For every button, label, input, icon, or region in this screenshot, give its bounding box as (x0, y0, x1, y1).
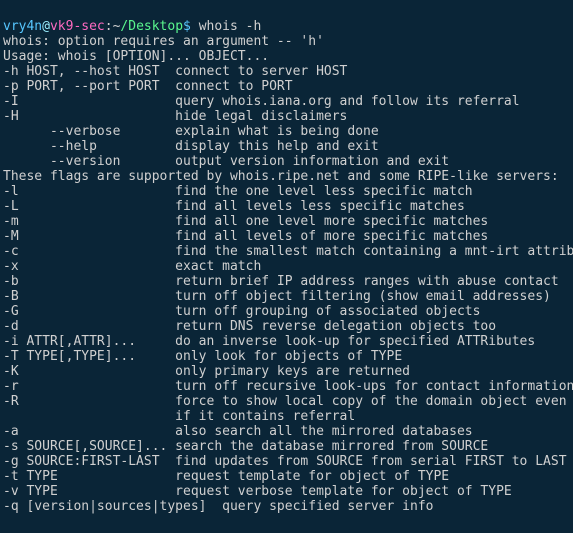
option-line: -m find all one level more specific matc… (3, 214, 570, 229)
preamble-line: Usage: whois [OPTION]... OBJECT... (3, 49, 570, 64)
option-line: -q [version|sources|types] query specifi… (3, 499, 570, 514)
option-line: -L find all levels less specific matches (3, 199, 570, 214)
option-line: if it contains referral (3, 409, 570, 424)
option-line: -d return DNS reverse delegation objects… (3, 319, 570, 334)
prompt-at: @ (42, 19, 50, 34)
prompt-host: vk9-sec (50, 19, 105, 34)
prompt-dollar: $ (183, 19, 199, 34)
prompt-sep: : (105, 19, 113, 34)
option-line: --verbose explain what is being done (3, 124, 570, 139)
section-header: These flags are supported by whois.ripe.… (3, 169, 570, 184)
option-line: -c find the smallest match containing a … (3, 244, 570, 259)
prompt-path: /Desktop (120, 19, 183, 34)
option-line: -a also search all the mirrored database… (3, 424, 570, 439)
option-line: -i ATTR[,ATTR]... do an inverse look-up … (3, 334, 570, 349)
option-line: -v TYPE request verbose template for obj… (3, 484, 570, 499)
preamble-line: whois: option requires an argument -- 'h… (3, 34, 570, 49)
option-line: -s SOURCE[,SOURCE]... search the databas… (3, 439, 570, 454)
option-line: -g SOURCE:FIRST-LAST find updates from S… (3, 454, 570, 469)
output-body: whois: option requires an argument -- 'h… (3, 34, 570, 514)
option-line: -H hide legal disclaimers (3, 109, 570, 124)
option-line: -x exact match (3, 259, 570, 274)
option-line: -r turn off recursive look-ups for conta… (3, 379, 570, 394)
option-line: --help display this help and exit (3, 139, 570, 154)
terminal[interactable]: vry4n@vk9-sec:~/Desktop$ whois -hwhois: … (0, 0, 573, 533)
option-line: -h HOST, --host HOST connect to server H… (3, 64, 570, 79)
option-line: -t TYPE request template for object of T… (3, 469, 570, 484)
option-line: -l find the one level less specific matc… (3, 184, 570, 199)
option-line: -R force to show local copy of the domai… (3, 394, 570, 409)
option-line: -p PORT, --port PORT connect to PORT (3, 79, 570, 94)
option-line: -B turn off object filtering (show email… (3, 289, 570, 304)
option-line: -M find all levels of more specific matc… (3, 229, 570, 244)
command-text: whois -h (199, 19, 262, 34)
prompt-user: vry4n (3, 19, 42, 34)
prompt-line: vry4n@vk9-sec:~/Desktop$ whois -h (3, 19, 570, 34)
option-line: -K only primary keys are returned (3, 364, 570, 379)
option-line: -T TYPE[,TYPE]... only look for objects … (3, 349, 570, 364)
option-line: -G turn off grouping of associated objec… (3, 304, 570, 319)
option-line: --version output version information and… (3, 154, 570, 169)
option-line: -b return brief IP address ranges with a… (3, 274, 570, 289)
option-line: -I query whois.iana.org and follow its r… (3, 94, 570, 109)
